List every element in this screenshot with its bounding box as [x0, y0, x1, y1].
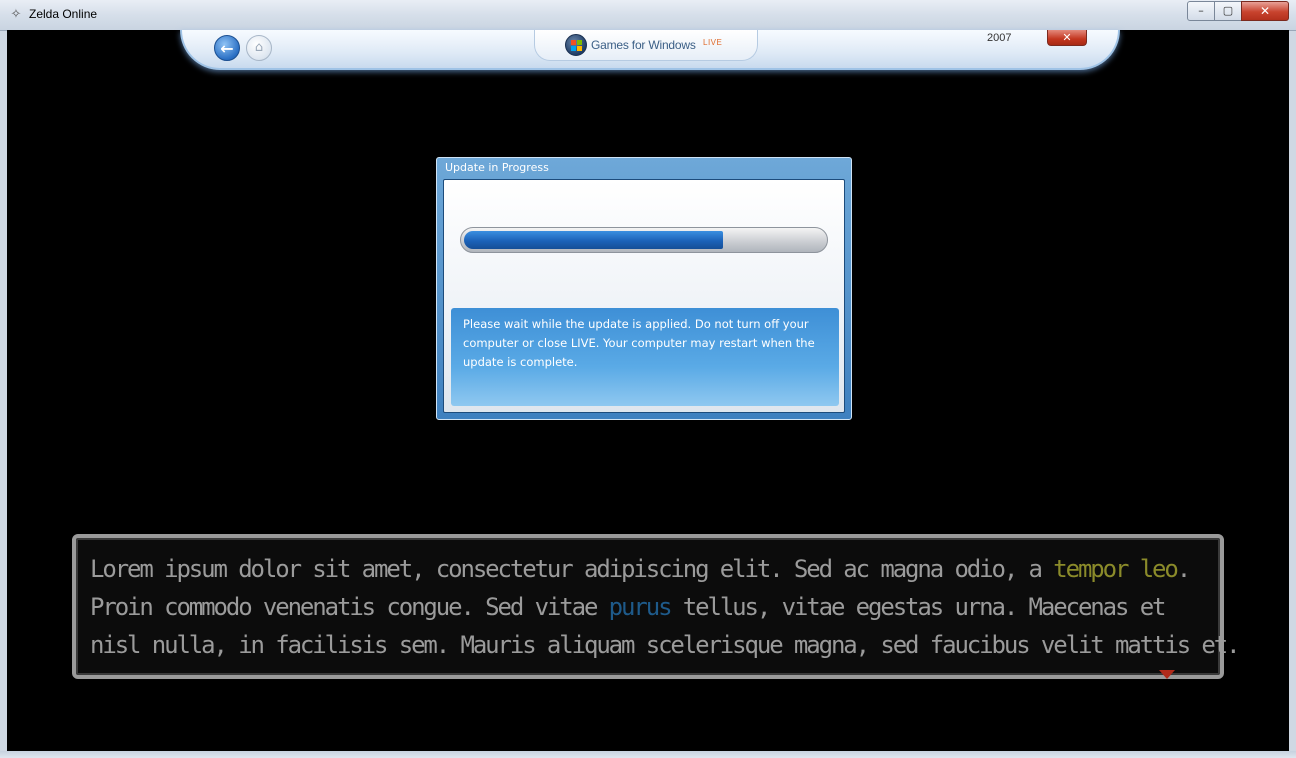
gfw-year: 2007 [987, 32, 1012, 44]
message-line-1-end: . [1176, 555, 1192, 583]
message-line-1: Lorem ipsum dolor sit amet, consectetur … [90, 550, 1215, 588]
message-line-2-end: tellus, vitae egestas urna. Maecenas et [670, 593, 1167, 621]
dialog-message: Please wait while the update is applied.… [463, 317, 815, 369]
gfw-close-button[interactable]: ✕ [1047, 30, 1087, 46]
message-text: Lorem ipsum dolor sit amet, consectetur … [90, 550, 1241, 664]
dialog-panel: Please wait while the update is applied.… [443, 179, 845, 413]
message-line-1-text: Lorem ipsum dolor sit amet, consectetur … [90, 555, 1054, 583]
window-titlebar[interactable]: ✧ Zelda Online – ▢ ✕ [0, 0, 1296, 31]
window-bottom-border [0, 751, 1296, 758]
dialog-message-box: Please wait while the update is applied.… [451, 308, 839, 406]
message-line-2: Proin commodo venenatis congue. Sed vita… [90, 588, 1215, 626]
close-window-button[interactable]: ✕ [1241, 1, 1289, 21]
gfw-live-text: LIVE [703, 38, 723, 47]
minimize-button[interactable]: – [1187, 1, 1215, 21]
window-title: Zelda Online [29, 7, 98, 21]
message-line-3: nisl nulla, in facilisis sem. Mauris ali… [90, 631, 1241, 659]
highlight-blue: purus [608, 593, 673, 621]
progress-fill [464, 231, 723, 249]
game-message-box[interactable]: Lorem ipsum dolor sit amet, consectetur … [72, 534, 1241, 679]
update-progress-bar [460, 227, 828, 253]
maximize-button[interactable]: ▢ [1214, 1, 1242, 21]
gfw-brand-text: Games for Windows [591, 38, 696, 52]
message-line-2-text: Proin commodo venenatis congue. Sed vita… [90, 593, 609, 621]
highlight-yellow: tempor leo [1053, 555, 1179, 583]
next-page-arrow-icon[interactable] [1159, 670, 1175, 679]
dialog-title: Update in Progress [445, 161, 549, 174]
update-dialog: Update in Progress Please wait while the… [436, 157, 852, 420]
windows-orb-icon [565, 34, 587, 56]
window-controls: – ▢ ✕ [1187, 1, 1289, 21]
back-arrow-icon[interactable]: ← [214, 35, 240, 61]
zelda-app-icon: ✧ [10, 7, 22, 22]
home-icon[interactable]: ⌂ [246, 35, 272, 61]
